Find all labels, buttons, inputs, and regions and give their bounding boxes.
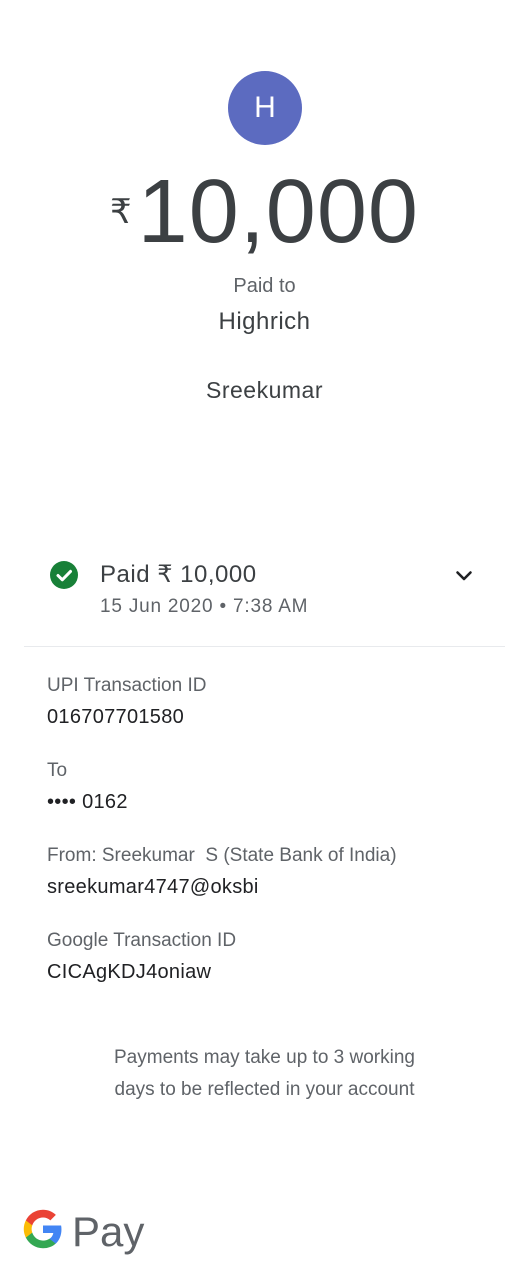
detail-to: To •••• 0162	[47, 758, 507, 817]
detail-value[interactable]: CICAgKDJ4oniaw	[47, 957, 507, 987]
detail-from: From: Sreekumar S (State Bank of India) …	[47, 843, 507, 902]
detail-label: Google Transaction ID	[47, 930, 237, 951]
status-datetime: 15 Jun 2020 • 7:38 AM	[100, 596, 309, 617]
check-circle-icon	[50, 561, 78, 589]
detail-label: UPI Transaction ID	[47, 675, 207, 696]
detail-label: To	[47, 760, 68, 781]
payee-avatar: H	[228, 71, 302, 145]
google-g-icon	[23, 1209, 62, 1249]
amount-display: ₹10,000	[0, 162, 529, 262]
detail-label: From: Sreekumar S (State Bank of India)	[47, 845, 397, 866]
payment-status-row[interactable]: Paid ₹ 10,000 15 Jun 2020 • 7:38 AM	[0, 552, 529, 632]
currency-symbol: ₹	[110, 193, 132, 231]
pay-wordmark: Pay	[72, 1208, 145, 1255]
disclaimer-line: days to be reflected in your account	[114, 1079, 415, 1100]
detail-value: •••• 0162	[47, 791, 128, 813]
payment-amount: 10,000	[137, 162, 419, 262]
disclaimer-line: Payments may take up to 3 working	[114, 1047, 415, 1068]
divider	[24, 646, 505, 647]
payment-note: Sreekumar	[206, 377, 323, 403]
google-pay-logo: Pay	[22, 1205, 152, 1259]
chevron-down-icon[interactable]	[452, 564, 476, 588]
disclaimer: Payments may take up to 3 working days t…	[0, 1042, 529, 1106]
detail-value[interactable]: 016707701580	[47, 702, 507, 732]
detail-google-transaction-id: Google Transaction ID CICAgKDJ4oniaw	[47, 928, 507, 987]
detail-upi-transaction-id: UPI Transaction ID 016707701580	[47, 673, 507, 732]
payee-name: Highrich	[218, 308, 311, 335]
status-title: Paid ₹ 10,000	[100, 561, 257, 588]
detail-value: sreekumar4747@oksbi	[47, 876, 259, 898]
paid-to-label: Paid to	[233, 275, 296, 297]
